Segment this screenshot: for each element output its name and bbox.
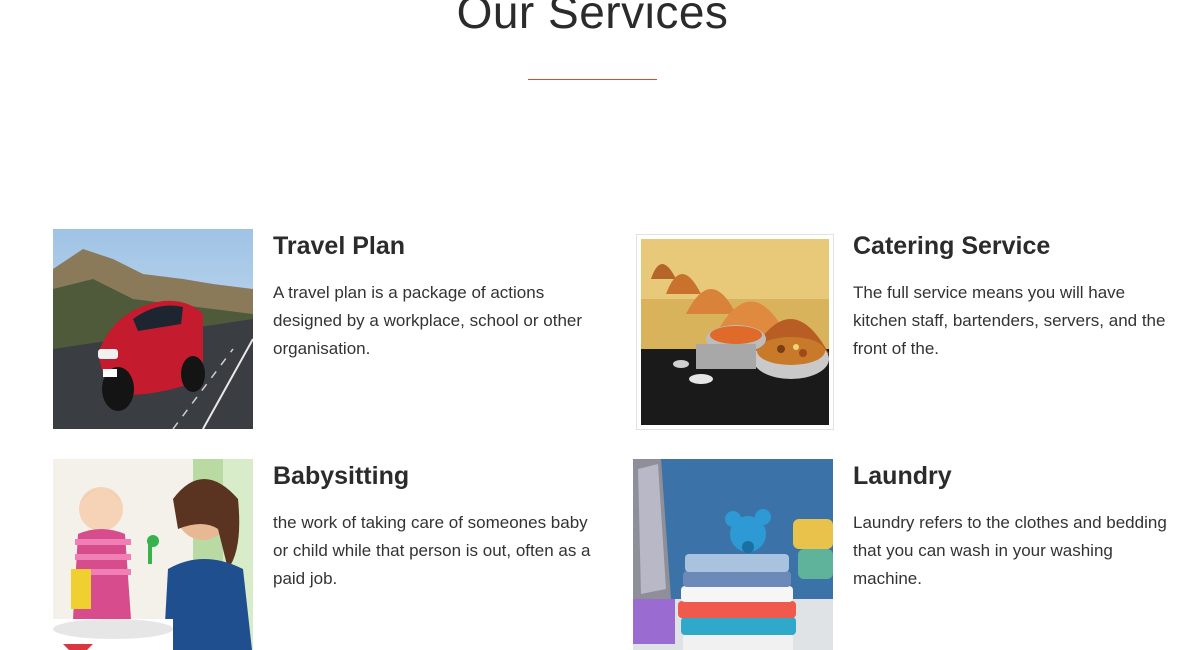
service-description: the work of taking care of someones baby… — [273, 513, 591, 588]
service-title: Babysitting — [273, 462, 410, 490]
service-title: Laundry — [853, 462, 952, 490]
service-catering: Catering Service The full service means … — [633, 229, 1177, 430]
buffet-chafing-dishes-photo — [641, 239, 829, 425]
laundry-image — [633, 459, 833, 650]
service-title: Travel Plan — [273, 232, 406, 260]
service-title: Catering Service — [853, 232, 1051, 260]
service-travel-plan: Travel Plan A travel plan is a package o… — [53, 229, 613, 429]
travel-plan-image — [53, 229, 253, 429]
services-page: Our Services Travel Plan A travel plan i… — [0, 0, 1177, 650]
service-description: Laundry refers to the clothes and beddin… — [853, 513, 1167, 588]
mother-and-baby-photo — [53, 459, 253, 650]
folded-clothes-and-iron-photo — [633, 459, 833, 650]
babysitting-image — [53, 459, 253, 650]
service-laundry: Laundry Laundry refers to the clothes an… — [633, 459, 1177, 650]
service-description: A travel plan is a package of actions de… — [273, 283, 583, 358]
catering-image — [636, 234, 834, 430]
red-sports-car-photo — [53, 229, 253, 429]
title-divider — [528, 79, 657, 80]
service-description: The full service means you will have kit… — [853, 283, 1166, 358]
section-title: Our Services — [456, 0, 729, 38]
service-babysitting: Babysitting the work of taking care of s… — [53, 459, 613, 650]
